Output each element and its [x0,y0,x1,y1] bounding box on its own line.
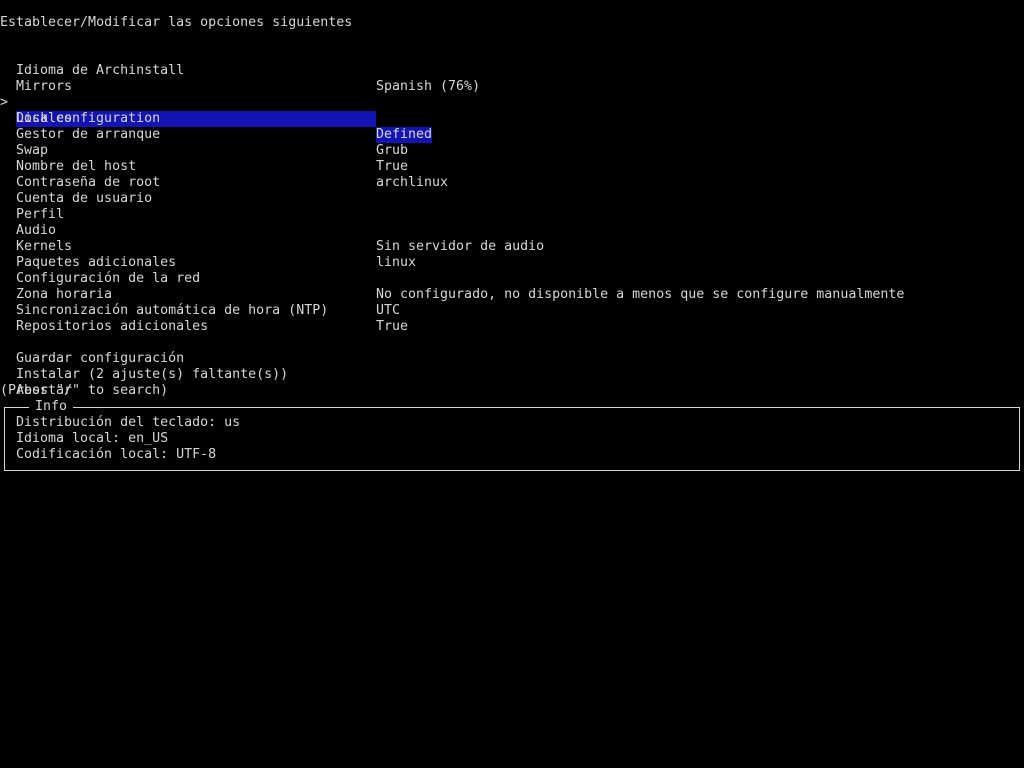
menu-item-idioma-archinstall[interactable]: Idioma de Archinstall Spanish (76%) [0,47,1024,94]
menu-item-paquetes-adicionales[interactable]: Paquetes adicionales [0,239,1024,270]
menu-item-perfil[interactable]: Perfil [0,191,1024,222]
save-configuration-button[interactable]: Guardar configuración [0,335,1024,366]
menu-item-nombre-host[interactable]: Nombre del host archlinux [0,143,1024,190]
info-keyboard-layout: Distribución del teclado: us [16,415,241,430]
install-button[interactable]: Instalar (2 ajuste(s) faltante(s)) [0,351,1024,382]
menu-item-cuenta-usuario[interactable]: Cuenta de usuario [0,175,1024,206]
menu-item-locales[interactable]: > Locales Defined [0,79,1024,143]
menu-item-zona-horaria[interactable]: Zona horaria UTC [0,271,1024,318]
info-panel: Info Distribución del teclado: us Idioma… [4,399,1020,471]
menu-item-gestor-arranque[interactable]: Gestor de arranque Grub [0,111,1024,158]
menu-item-mirrors[interactable]: Mirrors [0,63,1024,94]
info-locale-encoding: Codificación local: UTF-8 [16,447,217,462]
page-title: Establecer/Modificar las opciones siguie… [0,15,353,30]
menu-item-repositorios-adicionales[interactable]: Repositorios adicionales [0,303,1024,334]
menu-item-configuracion-red[interactable]: Configuración de la red No configurado, … [0,255,1024,302]
menu-item-contrasena-root[interactable]: Contraseña de root [0,159,1024,190]
menu-item-swap[interactable]: Swap True [0,127,1024,174]
menu-item-label: Repositorios adicionales [16,319,209,334]
abort-button[interactable]: Abortar [0,367,1024,398]
menu-item-audio[interactable]: Audio Sin servidor de audio [0,207,1024,254]
info-panel-title: Info [29,399,74,415]
info-locale-language: Idioma local: en_US [16,431,169,446]
menu-item-value: True [376,319,409,334]
menu-item-disk-configuration[interactable]: Disk configuration [0,95,1024,126]
menu-item-kernels[interactable]: Kernels linux [0,223,1024,270]
search-hint: (Press "/" to search) [0,383,169,398]
menu-item-sincronizacion-ntp[interactable]: Sincronización automática de hora (NTP) … [0,287,1024,334]
